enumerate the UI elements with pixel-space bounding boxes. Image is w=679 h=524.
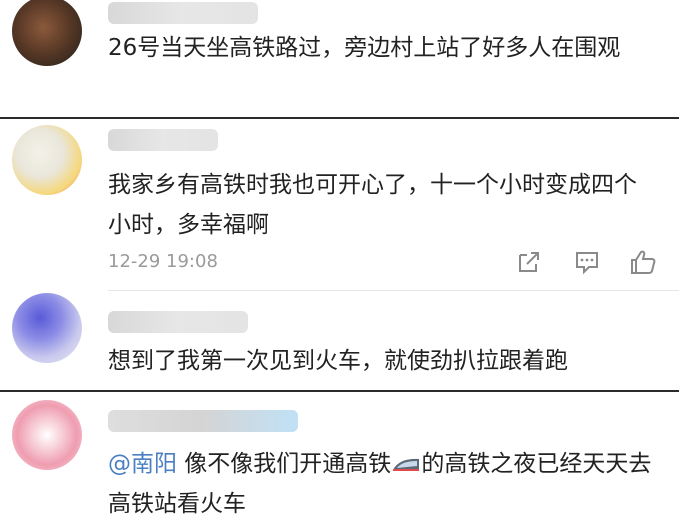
comment-text: 26号当天坐高铁路过，旁边村上站了好多人在围观 [108,35,621,61]
share-icon[interactable] [514,247,544,277]
comment-text: @南阳 像不像我们开通高铁 的高铁之夜已经天天去高铁站看火车 [108,451,652,517]
avatar[interactable] [12,293,82,363]
avatar[interactable] [12,400,82,470]
username[interactable] [108,0,258,26]
comment-item: 26号当天坐高铁路过，旁边村上站了好多人在围观 [0,0,679,118]
avatar[interactable] [12,0,82,66]
timestamp: 12-29 19:08 [108,251,218,272]
username[interactable] [108,408,298,434]
train-emoji-icon [393,458,420,471]
comment-text: 我家乡有高铁时我也可开心了，十一个小时变成四个小时，多幸福啊 [108,172,637,238]
comment-item: 我家乡有高铁时我也可开心了，十一个小时变成四个小时，多幸福啊 12-29 19:… [0,119,679,291]
username[interactable] [108,127,258,153]
like-icon[interactable] [628,247,658,277]
username[interactable] [108,309,258,335]
comment-item: @南阳 像不像我们开通高铁 的高铁之夜已经天天去高铁站看火车 [0,392,679,517]
comment-item: 想到了我第一次见到火车，就使劲扒拉跟着跑 [0,291,679,391]
avatar[interactable] [12,125,82,195]
comment-text: 想到了我第一次见到火车，就使劲扒拉跟着跑 [108,348,568,374]
comment-icon[interactable] [572,247,602,277]
mention-link[interactable]: @南阳 [108,451,177,477]
